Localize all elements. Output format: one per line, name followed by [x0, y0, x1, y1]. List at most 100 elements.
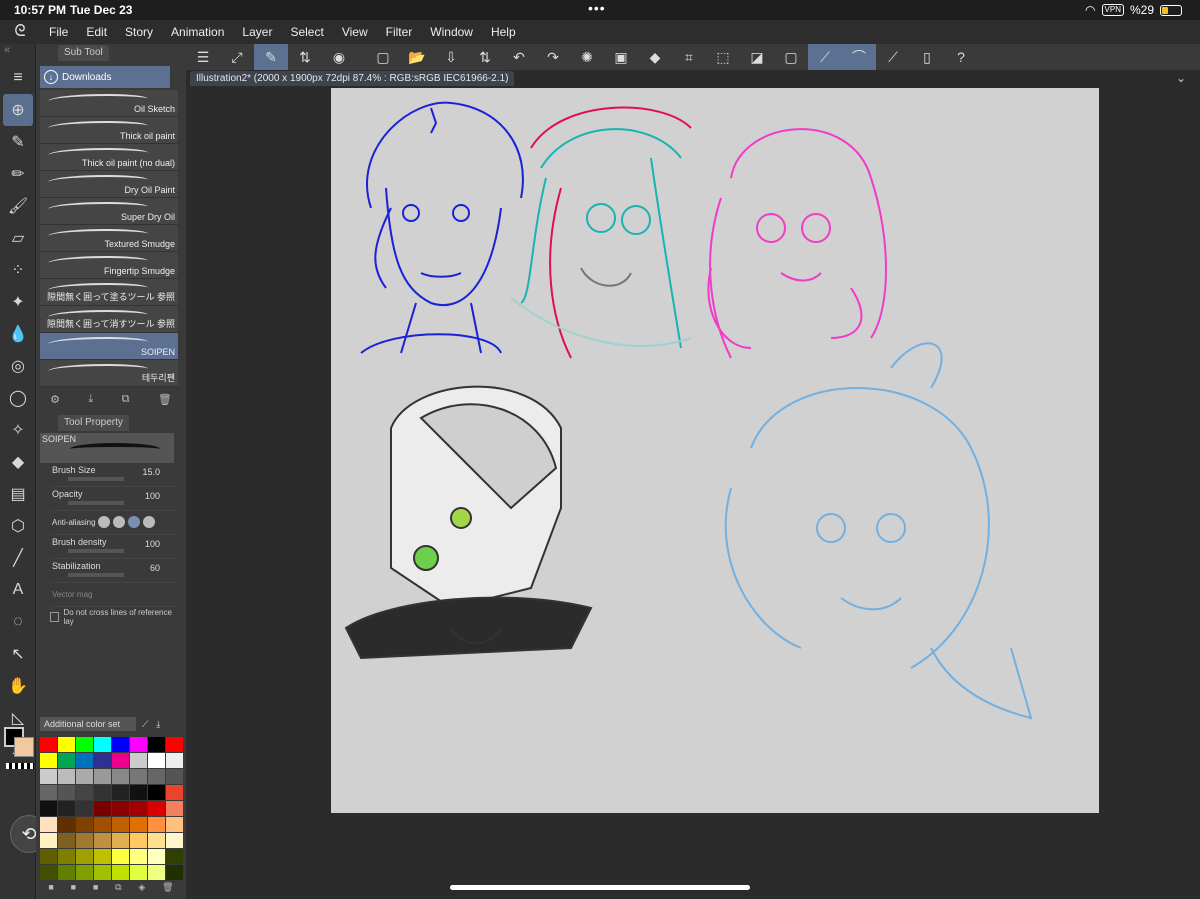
- lasso-tool-icon[interactable]: ◯: [0, 382, 36, 414]
- color-swatch[interactable]: [166, 737, 183, 752]
- color-swatch[interactable]: [94, 785, 111, 800]
- opacity-row[interactable]: Opacity 100: [50, 487, 176, 511]
- anti-aliasing-options[interactable]: [98, 516, 155, 528]
- color-swatch[interactable]: [148, 849, 165, 864]
- line-tool-icon[interactable]: ╱: [0, 542, 36, 574]
- color-swatch[interactable]: [40, 833, 57, 848]
- brush-item[interactable]: Super Dry Oil: [40, 198, 178, 225]
- color-swatch[interactable]: [130, 849, 147, 864]
- color-swatch[interactable]: [40, 849, 57, 864]
- color-swatch[interactable]: [130, 801, 147, 816]
- trash-icon[interactable]: 🗑: [158, 393, 172, 406]
- menu-story[interactable]: Story: [116, 25, 162, 39]
- color-swatch[interactable]: [112, 785, 129, 800]
- brush-item[interactable]: 隙間無く囲って塗るツール 参照: [40, 279, 178, 306]
- color-swatch[interactable]: [130, 817, 147, 832]
- color-swatch[interactable]: [94, 849, 111, 864]
- loading-icon[interactable]: ✺: [570, 44, 604, 70]
- color-swatch[interactable]: [40, 769, 57, 784]
- drawing-canvas[interactable]: [331, 88, 1099, 813]
- brush-item[interactable]: 테두리펜: [40, 360, 178, 387]
- color-swatch[interactable]: [130, 737, 147, 752]
- device-icon[interactable]: ▯: [910, 44, 944, 70]
- color-swatch[interactable]: [58, 817, 75, 832]
- color-swatches[interactable]: [2, 725, 34, 775]
- edit-mode-icon[interactable]: ✎: [254, 44, 288, 70]
- color-swatch[interactable]: [166, 865, 183, 880]
- color-swatch[interactable]: [148, 737, 165, 752]
- operation-tool-icon[interactable]: ↖: [0, 638, 36, 670]
- tool-property-tab[interactable]: Tool Property: [58, 415, 129, 431]
- deselect-icon[interactable]: ⬚: [706, 44, 740, 70]
- color-swatch[interactable]: [112, 833, 129, 848]
- color-swatch[interactable]: [148, 817, 165, 832]
- sub-tool-tab[interactable]: Sub Tool: [58, 45, 109, 61]
- color-swatch[interactable]: [40, 817, 57, 832]
- color-swatch[interactable]: [76, 785, 93, 800]
- color-swatch[interactable]: [166, 833, 183, 848]
- menu-animation[interactable]: Animation: [162, 25, 233, 39]
- color-swatch[interactable]: [76, 817, 93, 832]
- color-swatch[interactable]: [58, 833, 75, 848]
- color-swatch[interactable]: [58, 737, 75, 752]
- menu-filter[interactable]: Filter: [377, 25, 422, 39]
- color-swatch[interactable]: [112, 753, 129, 768]
- menu-edit[interactable]: Edit: [77, 25, 116, 39]
- pencil-tool-icon[interactable]: ✏: [0, 158, 36, 190]
- menu-lines-icon[interactable]: ≡: [0, 62, 36, 94]
- color-swatch[interactable]: [94, 769, 111, 784]
- download-icon[interactable]: ⤓: [156, 719, 160, 730]
- magic-wand-icon[interactable]: ✧: [0, 414, 36, 446]
- record-icon[interactable]: ◉: [322, 44, 356, 70]
- color-swatch[interactable]: [76, 865, 93, 880]
- brush-item[interactable]: Textured Smudge: [40, 225, 178, 252]
- color-swatch[interactable]: [112, 801, 129, 816]
- color-swatch[interactable]: [148, 785, 165, 800]
- hand-tool-icon[interactable]: ✋: [0, 670, 36, 702]
- pen-tool-icon[interactable]: ✎: [0, 126, 36, 158]
- brush-size-value[interactable]: 15.0: [142, 467, 160, 477]
- app-logo-icon[interactable]: ᘓ: [0, 23, 40, 41]
- new-file-icon[interactable]: ▢: [366, 44, 400, 70]
- color-swatch[interactable]: [112, 865, 129, 880]
- undo-icon[interactable]: ↶: [502, 44, 536, 70]
- snap-special-icon[interactable]: ⌒: [842, 44, 876, 70]
- copy-icon[interactable]: ⧉: [115, 882, 121, 896]
- menu-help[interactable]: Help: [482, 25, 525, 39]
- brush-item[interactable]: Fingertip Smudge: [40, 252, 178, 279]
- vector-row[interactable]: Vector mag: [50, 583, 176, 607]
- download-icon[interactable]: ⤓: [88, 393, 93, 406]
- snap-grid-icon[interactable]: ⟋: [876, 44, 910, 70]
- color-swatch[interactable]: [94, 817, 111, 832]
- menu-select[interactable]: Select: [281, 25, 332, 39]
- background-color[interactable]: [14, 737, 34, 757]
- invert-icon[interactable]: ◪: [740, 44, 774, 70]
- brush-density-value[interactable]: 100: [145, 539, 160, 549]
- color-swatch[interactable]: [166, 817, 183, 832]
- open-folder-icon[interactable]: 📂: [400, 44, 434, 70]
- color-swatch[interactable]: [166, 753, 183, 768]
- download-tool-icon[interactable]: ⊕: [3, 94, 33, 126]
- fill-icon[interactable]: ◆: [638, 44, 672, 70]
- color-swatch[interactable]: [130, 833, 147, 848]
- eraser-tool-icon[interactable]: ▱: [0, 222, 36, 254]
- home-indicator[interactable]: [450, 885, 750, 890]
- color-swatch[interactable]: [166, 801, 183, 816]
- brush-item[interactable]: 隙間無く囲って消すツール 参照: [40, 306, 178, 333]
- selection-icon[interactable]: ▢: [774, 44, 808, 70]
- crop-icon[interactable]: ⌗: [672, 44, 706, 70]
- color-swatch[interactable]: [148, 753, 165, 768]
- airbrush-tool-icon[interactable]: ⁘: [0, 254, 36, 286]
- color-swatch[interactable]: [130, 753, 147, 768]
- color-swatch[interactable]: [58, 753, 75, 768]
- brush-tool-icon[interactable]: 🖌: [0, 190, 36, 222]
- copy-icon[interactable]: ⧉: [122, 393, 130, 406]
- color-swatch[interactable]: [94, 753, 111, 768]
- remove-color-icon[interactable]: ■: [93, 882, 98, 896]
- color-swatch[interactable]: [58, 849, 75, 864]
- brush-item[interactable]: Thick oil paint: [40, 117, 178, 144]
- menu-view[interactable]: View: [333, 25, 377, 39]
- color-swatch[interactable]: [130, 865, 147, 880]
- color-swatch[interactable]: [40, 801, 57, 816]
- color-swatch[interactable]: [40, 785, 57, 800]
